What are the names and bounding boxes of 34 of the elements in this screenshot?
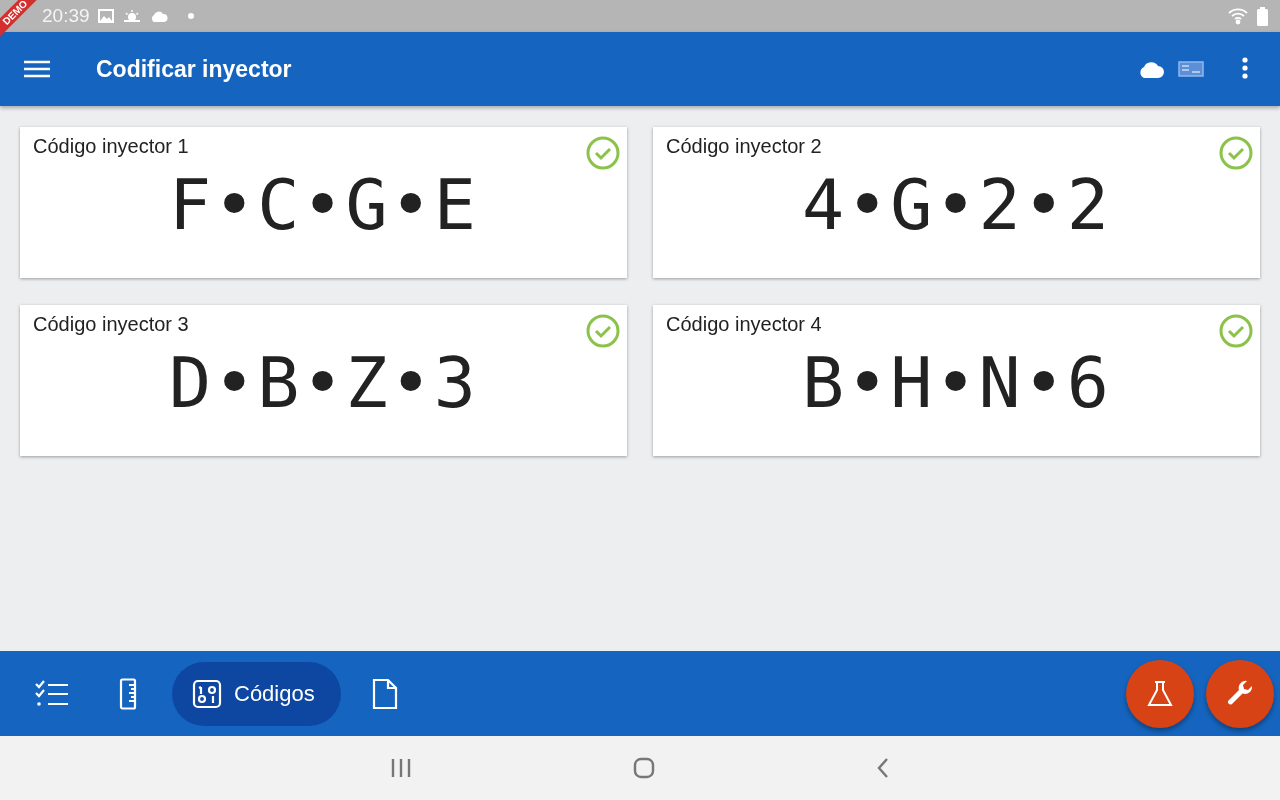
injector-card[interactable]: Código inyector 2 4•G•2•2 bbox=[653, 127, 1260, 278]
checklist-icon bbox=[35, 679, 69, 708]
image-icon bbox=[97, 9, 114, 23]
document-icon bbox=[371, 677, 398, 710]
app-title: Codificar inyector bbox=[96, 55, 292, 83]
cloud-icon bbox=[149, 10, 168, 22]
cloud-icon[interactable] bbox=[1138, 60, 1164, 78]
menu-icon[interactable] bbox=[24, 60, 50, 78]
recents-icon[interactable] bbox=[390, 758, 413, 778]
home-icon[interactable] bbox=[633, 757, 655, 779]
back-icon[interactable] bbox=[875, 757, 890, 779]
card-title: Código inyector 2 bbox=[666, 135, 822, 158]
flask-button[interactable] bbox=[1126, 659, 1194, 728]
binary-code-icon bbox=[192, 678, 222, 709]
injector-card[interactable]: Código inyector 1 F•C•G•E bbox=[20, 127, 627, 278]
nav-tab[interactable]: Códigos bbox=[172, 661, 341, 726]
card-title: Código inyector 1 bbox=[33, 135, 189, 158]
weather-icon bbox=[121, 9, 142, 23]
injector-card[interactable]: Código inyector 3 D•B•Z•3 bbox=[20, 305, 627, 456]
ruler-icon bbox=[119, 677, 137, 710]
battery-icon bbox=[1257, 6, 1268, 26]
injector-code: 4•G•2•2 bbox=[802, 164, 1111, 246]
wifi-icon bbox=[1227, 7, 1249, 25]
injector-code: B•H•N•6 bbox=[802, 342, 1111, 424]
card-title: Código inyector 4 bbox=[666, 313, 822, 336]
dot-icon bbox=[187, 13, 194, 19]
injector-code: F•C•G•E bbox=[169, 164, 478, 246]
injector-code: D•B•Z•3 bbox=[169, 342, 478, 424]
injector-card[interactable]: Código inyector 4 B•H•N•6 bbox=[653, 305, 1260, 456]
card-title: Código inyector 3 bbox=[33, 313, 189, 336]
wrench-button[interactable] bbox=[1206, 659, 1274, 728]
wrench-icon bbox=[1226, 679, 1254, 708]
flask-icon bbox=[1147, 679, 1173, 708]
status-time: 20:39 bbox=[42, 5, 90, 27]
